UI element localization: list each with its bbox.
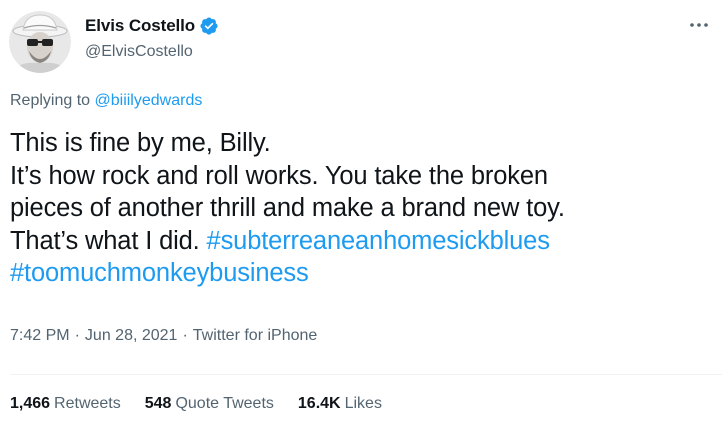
tweet-text-line: pieces of another thrill and make a bran… — [10, 194, 565, 222]
hashtag-link[interactable]: #subterreaneanhomesickblues — [207, 227, 550, 255]
tweet-meta: 7:42 PM · Jun 28, 2021 · Twitter for iPhone — [10, 327, 317, 345]
retweets-count: 1,466 — [10, 395, 51, 412]
author-handle[interactable]: @ElvisCostello — [85, 43, 193, 61]
tweet-stats: 1,466 Retweets 548 Quote Tweets 16.4K Likes — [10, 395, 406, 413]
meta-separator: · — [74, 327, 80, 344]
more-options-button[interactable] — [688, 14, 710, 36]
tweet-text-segment: That’s what I did. — [10, 226, 200, 255]
hashtag-link[interactable]: #toomuchmonkeybusiness — [10, 259, 309, 287]
quote-tweets-label: Quote Tweets — [175, 395, 274, 412]
divider — [10, 374, 722, 375]
tweet-text: This is fine by me, Billy. It’s how rock… — [10, 127, 710, 290]
tweet-text-line-with-hashtag: That’s what I did. #subterreaneanhomesic… — [10, 225, 710, 258]
tweet-text-line: It’s how rock and roll works. You take t… — [10, 161, 548, 190]
retweets-label: Retweets — [54, 395, 121, 412]
likes-count: 16.4K — [297, 395, 341, 412]
meta-separator: · — [182, 327, 188, 344]
tweet-text-line: This is fine by me, Billy. — [10, 129, 271, 157]
tweet-source[interactable]: Twitter for iPhone — [193, 327, 318, 344]
tweet-date[interactable]: Jun 28, 2021 — [85, 327, 178, 344]
quote-tweets-count: 548 — [144, 395, 172, 412]
replying-to: Replying to @biiilyedwards — [10, 92, 202, 110]
retweets-stat[interactable]: 1,466 Retweets — [10, 395, 121, 413]
verified-badge-icon — [199, 16, 219, 36]
likes-stat[interactable]: 16.4K Likes — [298, 395, 382, 413]
avatar[interactable] — [9, 11, 71, 73]
tweet-time[interactable]: 7:42 PM — [10, 327, 70, 344]
quote-tweets-stat[interactable]: 548 Quote Tweets — [145, 395, 274, 413]
author-name-row: Elvis Costello — [85, 15, 219, 37]
replying-to-label: Replying to — [10, 92, 91, 109]
reply-mention-link[interactable]: @biiilyedwards — [95, 92, 203, 109]
tweet-text-line-hashtag: #toomuchmonkeybusiness — [10, 257, 710, 290]
tweet: Elvis Costello @ElvisCostello Replying t… — [0, 0, 722, 432]
likes-label: Likes — [344, 395, 382, 412]
more-horizontal-icon — [690, 23, 708, 27]
avatar-image — [9, 11, 71, 73]
author-display-name[interactable]: Elvis Costello — [85, 16, 195, 36]
